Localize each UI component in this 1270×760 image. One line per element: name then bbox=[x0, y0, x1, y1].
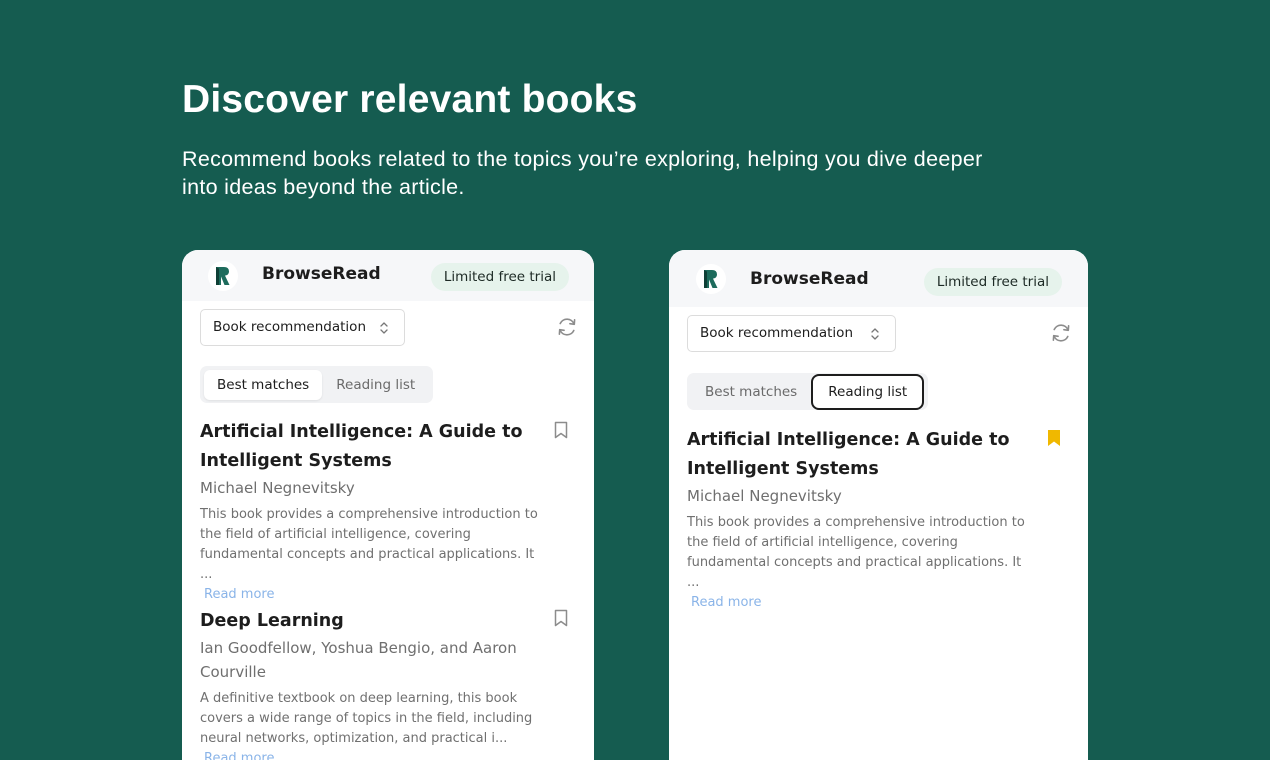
read-more-link[interactable]: Read more bbox=[687, 593, 1047, 613]
panel-header: BrowseRead Limited free trial bbox=[182, 250, 594, 301]
browseread-logo-icon bbox=[208, 261, 238, 291]
page-title: Discover relevant books bbox=[182, 78, 638, 121]
read-more-link[interactable]: Read more bbox=[200, 749, 560, 760]
book-title[interactable]: Artificial Intelligence: A Guide to Inte… bbox=[687, 426, 1027, 484]
book-card: Deep Learning Ian Goodfellow, Yoshua Ben… bbox=[200, 607, 568, 760]
tab-reading-list[interactable]: Reading list bbox=[811, 373, 925, 410]
book-description: This book provides a comprehensive intro… bbox=[687, 515, 1025, 590]
read-more-link[interactable]: Read more bbox=[200, 585, 560, 605]
book-title[interactable]: Deep Learning bbox=[200, 607, 540, 636]
browseread-logo-icon bbox=[696, 264, 726, 294]
bookmark-filled-icon[interactable] bbox=[1047, 429, 1061, 447]
tab-best-matches[interactable]: Best matches bbox=[204, 369, 323, 400]
chevron-up-down-icon bbox=[871, 328, 879, 340]
mode-select-value: Book recommendation bbox=[700, 325, 853, 341]
tab-bar: Best matches Reading list bbox=[200, 366, 434, 403]
trial-badge[interactable]: Limited free trial bbox=[430, 263, 569, 291]
brand-name: BrowseRead bbox=[262, 264, 381, 284]
book-author: Ian Goodfellow, Yoshua Bengio, and Aaron… bbox=[200, 639, 517, 681]
tab-best-matches[interactable]: Best matches bbox=[691, 377, 811, 407]
refresh-icon[interactable] bbox=[556, 316, 578, 338]
chevron-up-down-icon bbox=[380, 322, 388, 334]
mode-select[interactable]: Book recommendation bbox=[687, 315, 896, 352]
book-card: Artificial Intelligence: A Guide to Inte… bbox=[200, 418, 568, 605]
tab-reading-list[interactable]: Reading list bbox=[322, 370, 429, 400]
page-subtitle: Recommend books related to the topics yo… bbox=[182, 147, 983, 199]
book-author: Michael Negnevitsky bbox=[200, 479, 355, 497]
mode-select[interactable]: Book recommendation bbox=[200, 309, 405, 346]
book-title[interactable]: Artificial Intelligence: A Guide to Inte… bbox=[200, 418, 540, 476]
book-description: A definitive textbook on deep learning, … bbox=[200, 691, 533, 746]
book-author: Michael Negnevitsky bbox=[687, 487, 842, 505]
extension-panel-reading-list: BrowseRead Limited free trial Book recom… bbox=[669, 250, 1088, 760]
book-card: Artificial Intelligence: A Guide to Inte… bbox=[687, 426, 1060, 613]
mode-select-value: Book recommendation bbox=[213, 319, 366, 335]
panel-header: BrowseRead Limited free trial bbox=[669, 250, 1088, 307]
bookmark-outline-icon[interactable] bbox=[554, 609, 568, 627]
trial-badge[interactable]: Limited free trial bbox=[923, 268, 1062, 296]
extension-panel-best-matches: BrowseRead Limited free trial Book recom… bbox=[182, 250, 594, 760]
bookmark-outline-icon[interactable] bbox=[554, 421, 568, 439]
book-description: This book provides a comprehensive intro… bbox=[200, 507, 538, 582]
tab-bar: Best matches Reading list bbox=[687, 373, 929, 410]
brand-name: BrowseRead bbox=[750, 269, 869, 289]
refresh-icon[interactable] bbox=[1050, 322, 1072, 344]
